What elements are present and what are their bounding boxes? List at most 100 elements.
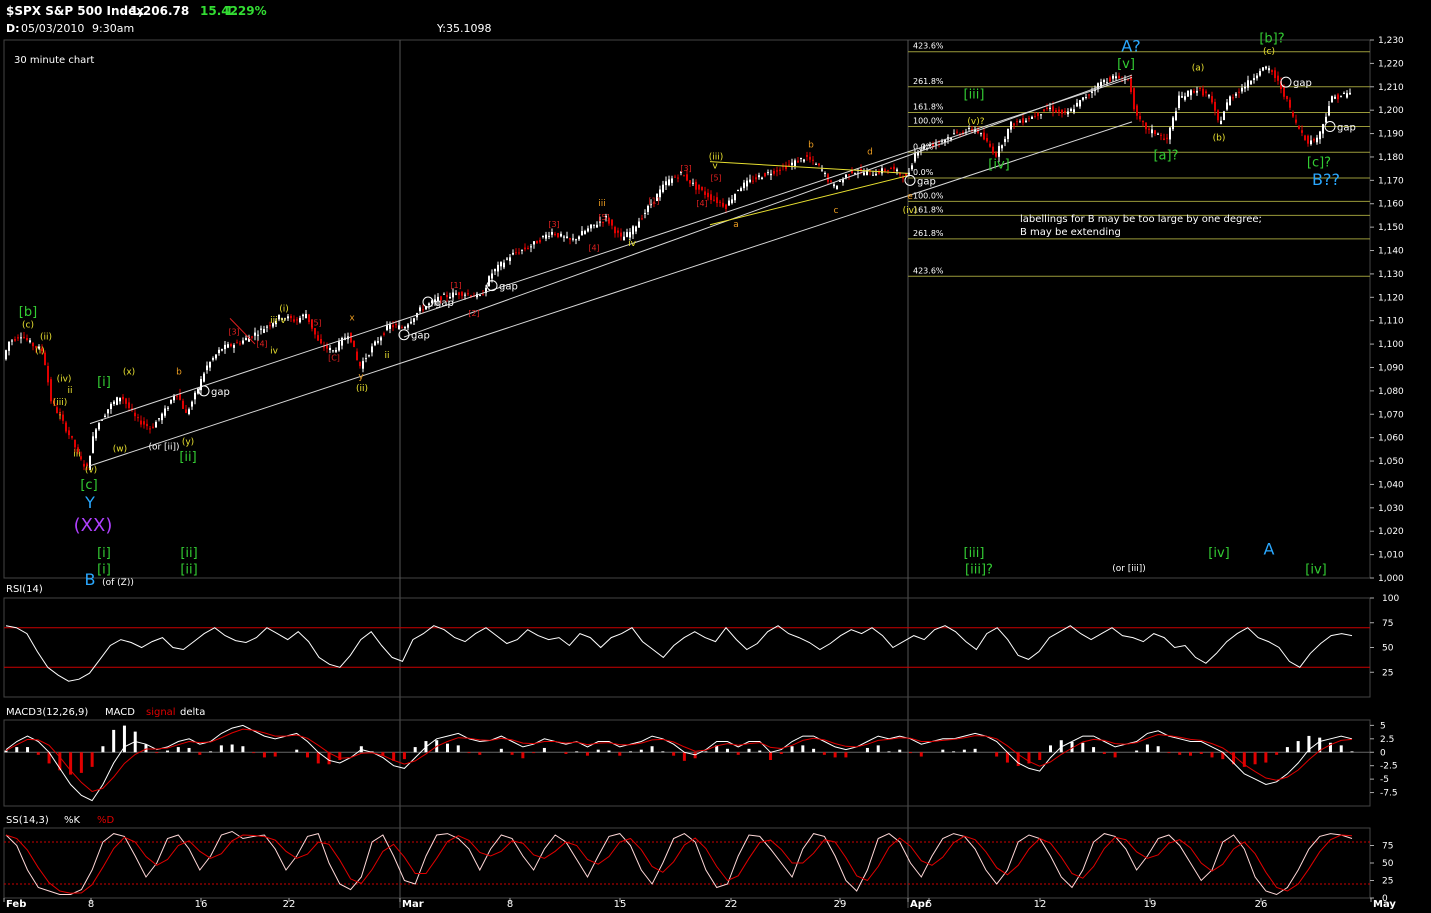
price-bar-body (188, 409, 190, 415)
price-bar-body (380, 337, 382, 341)
price-bar-body (905, 173, 907, 176)
price-bar-body (1337, 94, 1339, 100)
price-bar-body (161, 413, 163, 421)
price-bar-body (908, 172, 910, 175)
price-bar-body (725, 204, 727, 209)
price-bar-body (26, 338, 28, 341)
price-bar-body (980, 133, 982, 135)
price-bar-body (731, 199, 733, 204)
price-bar-body (1298, 125, 1300, 129)
price-tick-label: 1,060 (1378, 434, 1404, 444)
price-bar-body (107, 409, 109, 414)
price-bar-body (530, 246, 532, 248)
price-bar-body (881, 168, 883, 174)
price-bar-body (1217, 110, 1219, 121)
ss-tick-label: 75 (1382, 842, 1393, 852)
x-tick-label: 16 (195, 899, 208, 910)
wave-label: (i) (279, 304, 289, 314)
price-bar-body (1220, 120, 1222, 125)
price-bar-body (1292, 111, 1294, 117)
price-tick-label: 1,130 (1378, 270, 1404, 280)
price-tick-label: 1,210 (1378, 83, 1404, 93)
wave-label-bottom: [iii] (964, 546, 985, 561)
wave-label: (ii) (40, 332, 52, 342)
wave-label-minor: [3] (548, 220, 559, 229)
macd-tick-label: -7.5 (1380, 789, 1398, 799)
price-bar-body (1073, 109, 1075, 113)
price-bar-body (1145, 122, 1147, 130)
price-bar-body (1136, 105, 1138, 116)
fib-label: 261.8% (913, 77, 944, 86)
price-bar-body (146, 423, 148, 427)
x-tick-label: 26 (1255, 899, 1268, 910)
price-bar-body (266, 326, 268, 328)
x-tick-label: Feb (6, 899, 26, 910)
price-bar-body (1049, 107, 1051, 109)
x-tick-label: 8 (88, 899, 94, 910)
price-bar-body (263, 329, 265, 333)
price-bar-body (722, 202, 724, 207)
price-bar-body (209, 361, 211, 368)
wave-label-minor: [C] (328, 353, 340, 362)
wave-label: (y) (182, 438, 194, 448)
price-bar-body (647, 205, 649, 212)
price-bar-body (62, 414, 64, 421)
price-bar-body (332, 350, 334, 352)
price-bar-body (668, 179, 670, 186)
wave-label: b (176, 367, 182, 377)
price-bar-body (1340, 96, 1342, 98)
wave-label-minor: [1] (450, 281, 461, 290)
price-bar-body (236, 342, 238, 344)
x-tick-label: 19 (1144, 899, 1157, 910)
price-bar-body (704, 191, 706, 195)
price-bar-body (989, 143, 991, 147)
price-tick-label: 1,100 (1378, 340, 1404, 350)
price-bar-body (620, 232, 622, 237)
price-bar-body (596, 224, 598, 228)
price-bar-body (716, 197, 718, 203)
price-bar-body (713, 199, 715, 201)
y-readout: Y:35.1098 (436, 22, 491, 35)
price-bar-body (1244, 86, 1246, 89)
price-bar-body (1283, 86, 1285, 97)
price-bar-body (995, 152, 997, 157)
price-bar-body (1139, 116, 1141, 120)
price-bar-body (1112, 75, 1114, 79)
wave-label: b (808, 141, 814, 151)
price-bar-body (665, 181, 667, 186)
price-bar-body (527, 247, 529, 249)
wave-label: [b] (19, 305, 37, 320)
price-bar-body (218, 349, 220, 354)
price-bar-body (176, 395, 178, 397)
wave-label-bottom: (of (Z)) (102, 578, 134, 588)
price-bar-body (1190, 90, 1192, 96)
wave-label: ii (67, 386, 72, 396)
price-bar-body (50, 379, 52, 402)
rsi-tick-label: 100 (1382, 594, 1399, 604)
price-tick-label: 1,150 (1378, 223, 1404, 233)
price-bar-body (293, 319, 295, 322)
price-bar-body (98, 423, 100, 430)
wave-label: B?? (1312, 170, 1340, 189)
price-tick-label: 1,000 (1378, 574, 1404, 584)
price-bar-body (824, 172, 826, 174)
price-bar-body (1208, 95, 1210, 97)
fib-label: 161.8% (913, 205, 944, 214)
price-tick-label: 1,070 (1378, 410, 1404, 420)
wave-label: [b]? (1259, 31, 1284, 46)
price-bar-body (1010, 121, 1012, 130)
price-bar-body (632, 226, 634, 235)
price-bar-body (239, 343, 241, 345)
price-bar-body (206, 365, 208, 371)
price-bar-body (893, 166, 895, 170)
price-bar-body (623, 236, 625, 241)
price-bar-body (707, 192, 709, 198)
wave-label-minor: [5] (598, 213, 609, 222)
x-tick-label: May (1373, 899, 1396, 910)
price-bar-body (1262, 67, 1264, 71)
price-bar-body (818, 163, 820, 166)
wave-label: e (907, 192, 913, 202)
price-bar-body (1115, 76, 1117, 79)
wave-label: [a]? (1153, 148, 1178, 163)
price-bar-body (56, 407, 58, 413)
